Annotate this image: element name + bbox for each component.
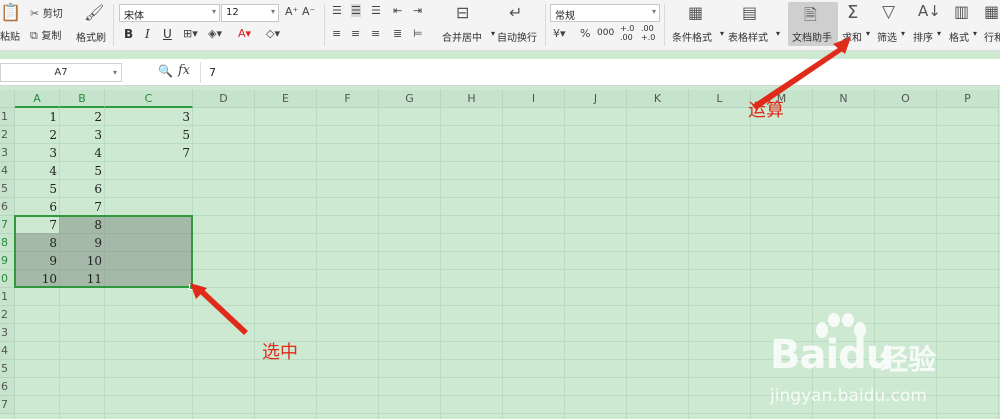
watermark-brand-cn: 经验	[880, 343, 937, 376]
watermark: Baidu 经验 jingyan.baidu.com	[770, 312, 1000, 419]
annotation-compute: 运算	[748, 100, 784, 121]
watermark-brand: Baidu	[770, 332, 894, 378]
annotation-select: 选中	[262, 342, 298, 363]
arrow-to-selection	[197, 287, 248, 335]
watermark-url: jingyan.baidu.com	[770, 386, 927, 406]
